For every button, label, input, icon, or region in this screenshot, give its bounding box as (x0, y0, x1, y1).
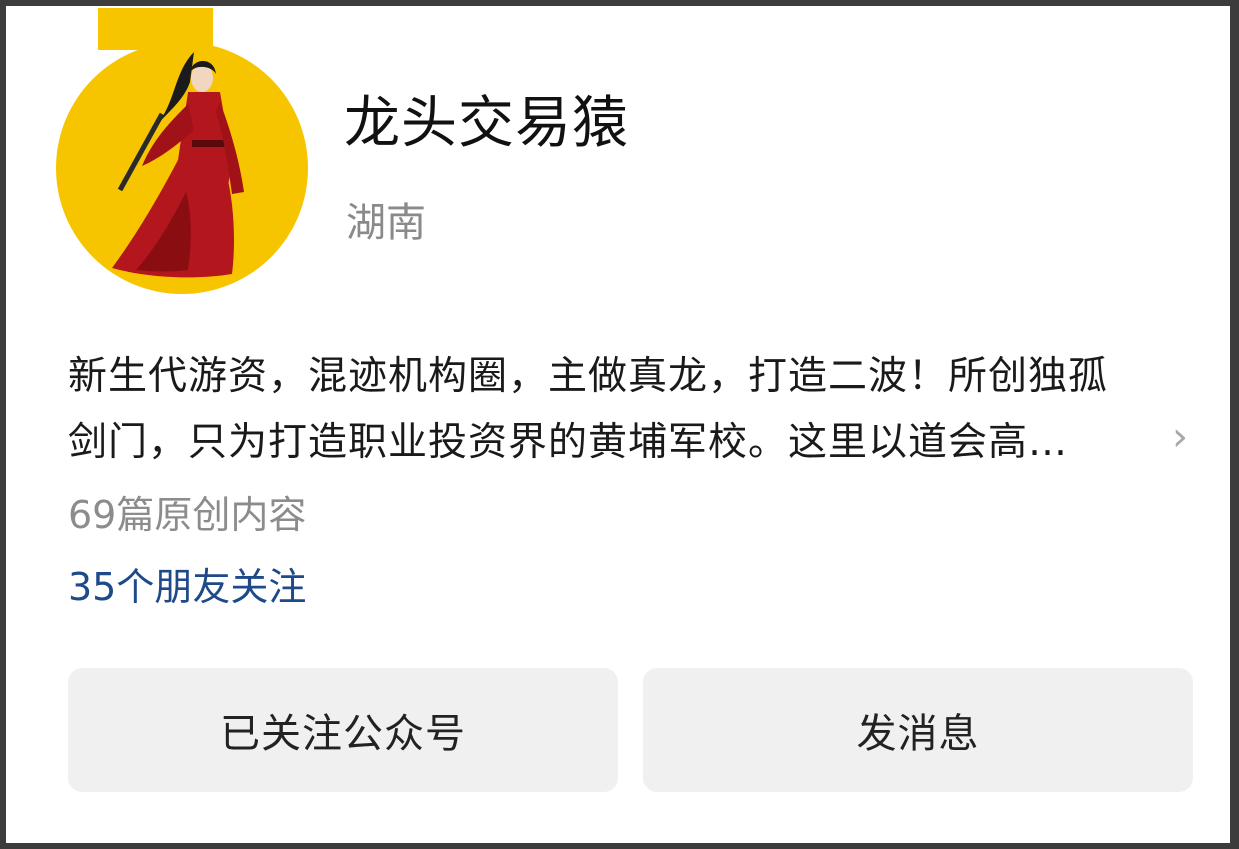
friends-following-link[interactable]: 35个朋友关注 (68, 556, 306, 611)
account-bio[interactable]: 新生代游资，混迹机构圈，主做真龙，打造二波！所创独孤 剑门，只为打造职业投资界的… (68, 344, 1180, 476)
account-location: 湖南 (346, 200, 426, 246)
followed-account-button[interactable]: 已关注公众号 (68, 668, 618, 792)
account-profile-card: 龙头交易猿 湖南 新生代游资，混迹机构圈，主做真龙，打造二波！所创独孤 剑门，只… (6, 6, 1230, 843)
article-count[interactable]: 69篇原创内容 (68, 484, 306, 539)
bio-line-2: 剑门，只为打造职业投资界的黄埔军校。这里以道会高… (68, 420, 1069, 465)
avatar-figure-illustration (112, 52, 244, 278)
account-name: 龙头交易猿 (344, 91, 629, 156)
chevron-right-icon[interactable]: › (1172, 414, 1188, 460)
avatar[interactable] (56, 42, 308, 294)
bio-line-1: 新生代游资，混迹机构圈，主做真龙，打造二波！所创独孤 (68, 354, 1109, 399)
send-message-button[interactable]: 发消息 (643, 668, 1193, 792)
